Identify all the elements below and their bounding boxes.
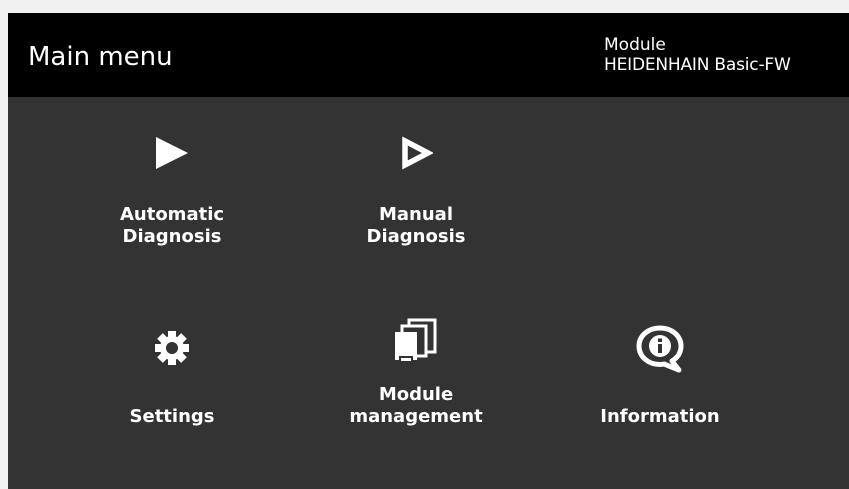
information-label: Information bbox=[600, 406, 720, 427]
module-management-button[interactable]: Module management bbox=[306, 313, 526, 463]
automatic-diagnosis-label: Automatic Diagnosis bbox=[119, 204, 225, 247]
module-info: Module HEIDENHAIN Basic-FW bbox=[604, 35, 791, 75]
information-button[interactable]: Information bbox=[550, 313, 770, 463]
module-label: Module bbox=[604, 35, 666, 55]
info-bubble-icon bbox=[550, 323, 770, 375]
manual-diagnosis-button[interactable]: Manual Diagnosis bbox=[306, 123, 526, 273]
module-name: HEIDENHAIN Basic-FW bbox=[604, 55, 791, 75]
automatic-diagnosis-button[interactable]: Automatic Diagnosis bbox=[62, 123, 282, 273]
module-stack-icon bbox=[306, 317, 526, 365]
main-menu-screen: Main menu Module HEIDENHAIN Basic-FW Aut… bbox=[8, 13, 849, 489]
play-filled-icon bbox=[62, 135, 282, 171]
settings-button[interactable]: Settings bbox=[62, 313, 282, 463]
gear-icon bbox=[62, 330, 282, 366]
play-outline-icon bbox=[306, 136, 526, 170]
page-title: Main menu bbox=[28, 42, 173, 72]
settings-label: Settings bbox=[129, 406, 215, 427]
header-bar: Main menu Module HEIDENHAIN Basic-FW bbox=[8, 13, 849, 97]
module-management-label: Module management bbox=[349, 384, 483, 427]
manual-diagnosis-label: Manual Diagnosis bbox=[366, 204, 466, 247]
